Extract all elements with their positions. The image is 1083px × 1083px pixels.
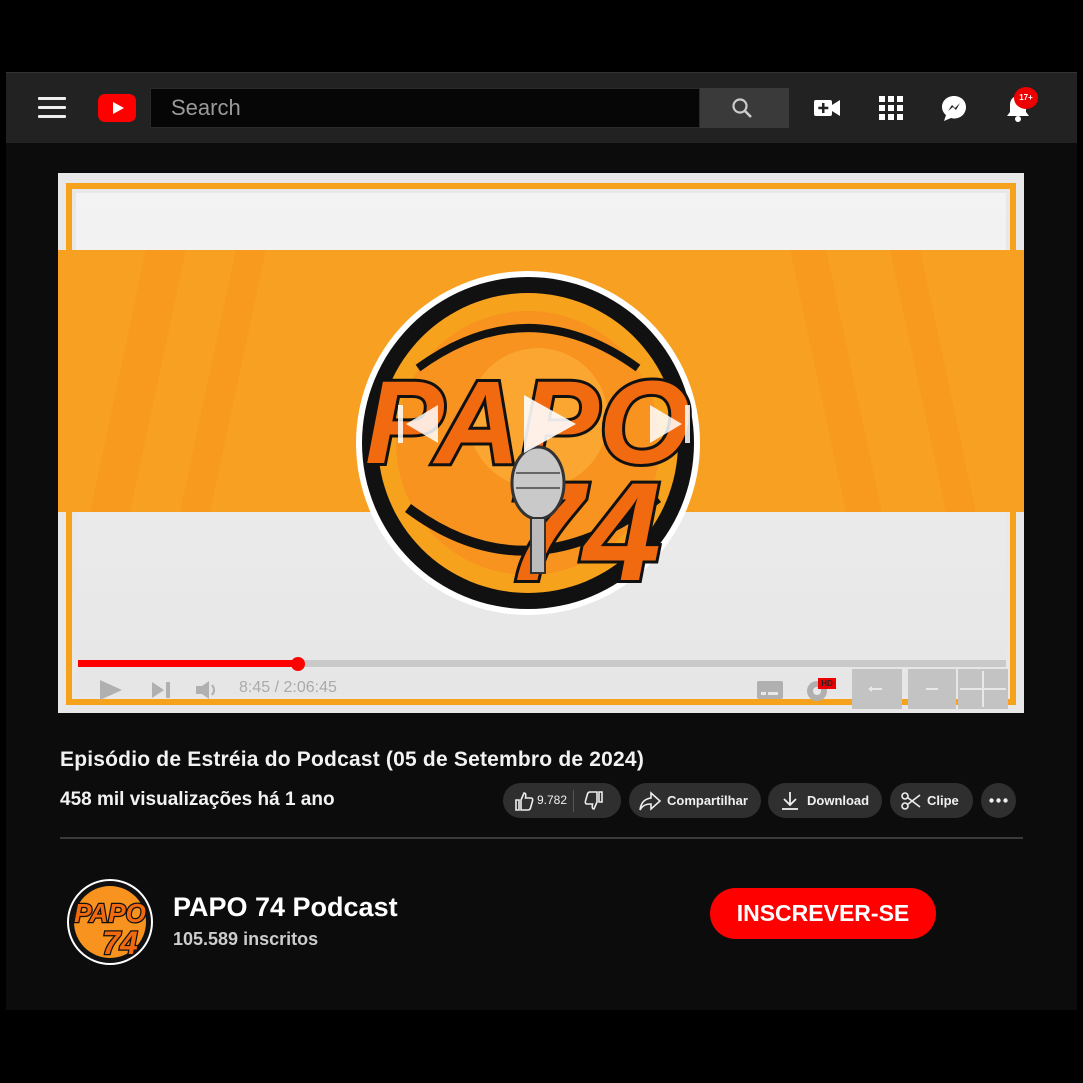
time-display: 8:45 / 2:06:45 xyxy=(239,679,337,696)
top-bar: Search 17+ xyxy=(6,72,1077,143)
download-label: Download xyxy=(807,793,870,808)
play-icon[interactable] xyxy=(98,678,124,702)
clip-label: Clipe xyxy=(927,793,959,808)
like-count: 9.782 xyxy=(537,793,568,807)
miniplayer-button[interactable] xyxy=(852,669,902,709)
share-label: Compartilhar xyxy=(667,793,748,808)
hd-badge: HD xyxy=(818,678,836,689)
video-title: Episódio de Estréia do Podcast (05 de Se… xyxy=(60,748,645,771)
share-button[interactable]: Compartilhar xyxy=(629,783,761,818)
subscriber-count: 105.589 inscritos xyxy=(173,929,319,949)
progress-played xyxy=(78,660,298,667)
progress-scrubber[interactable] xyxy=(291,657,305,671)
like-divider xyxy=(573,790,574,812)
dislike-icon[interactable] xyxy=(583,790,605,812)
avatar-text-papo: PAPO xyxy=(74,898,146,928)
more-actions-button[interactable] xyxy=(981,783,1016,818)
share-icon xyxy=(639,791,662,811)
fullscreen-button[interactable] xyxy=(958,669,1008,709)
search-button[interactable] xyxy=(700,88,789,128)
video-player[interactable]: PAPO 74 8:45 / 2:06:45 xyxy=(58,173,1024,713)
messages-icon[interactable] xyxy=(939,93,969,123)
miniplayer-icon xyxy=(868,686,882,692)
channel-avatar[interactable]: PAPO 74 xyxy=(64,876,158,970)
volume-icon[interactable] xyxy=(194,679,218,701)
section-divider xyxy=(60,837,1023,839)
theater-mode-button[interactable] xyxy=(908,669,956,709)
channel-name[interactable]: PAPO 74 Podcast xyxy=(173,892,398,923)
like-icon[interactable] xyxy=(513,790,535,812)
previous-overlay-icon[interactable] xyxy=(398,405,438,443)
download-icon xyxy=(782,792,798,810)
next-icon[interactable] xyxy=(150,680,172,700)
clip-button[interactable]: Clipe xyxy=(890,783,973,818)
video-views: 458 mil visualizações há 1 ano xyxy=(60,789,335,810)
play-overlay-icon[interactable] xyxy=(524,395,576,453)
apps-grid-icon[interactable] xyxy=(876,93,906,123)
notification-count-badge: 17+ xyxy=(1014,87,1038,109)
subtitles-icon[interactable] xyxy=(756,679,784,701)
scissors-icon xyxy=(901,792,921,810)
search-icon xyxy=(732,98,752,118)
theater-icon xyxy=(926,688,938,690)
like-dislike-group: 9.782 xyxy=(503,783,621,818)
menu-icon[interactable] xyxy=(38,97,66,119)
next-overlay-icon[interactable] xyxy=(650,405,690,443)
subscribe-button[interactable]: INSCREVER-SE xyxy=(710,888,936,939)
center-controls xyxy=(398,395,690,453)
youtube-logo[interactable] xyxy=(98,94,136,122)
download-button[interactable]: Download xyxy=(768,783,882,818)
search-input[interactable]: Search xyxy=(150,88,700,128)
create-video-icon[interactable] xyxy=(812,93,842,123)
more-icon xyxy=(989,798,1008,803)
fullscreen-icon xyxy=(960,671,1006,707)
avatar-text-74: 74 xyxy=(102,925,138,961)
